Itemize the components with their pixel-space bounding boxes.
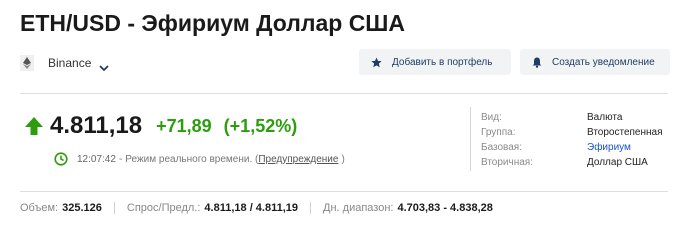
warning-link[interactable]: Предупреждение	[258, 154, 338, 165]
realtime-row: 12:07:42 - Режим реального времени. ( Пр…	[54, 152, 345, 166]
ethereum-icon	[20, 55, 34, 71]
create-alert-label: Создать уведомление	[552, 56, 655, 68]
last-price: 4.811,18	[50, 112, 143, 139]
clock-icon	[54, 152, 68, 166]
bell-icon	[532, 57, 542, 68]
quote-time: 12:07:42	[77, 153, 116, 165]
volume-label: Объем:	[20, 202, 59, 214]
info-row-secondary: Вторичная: Доллар США	[481, 155, 663, 170]
closing-paren: )	[341, 153, 345, 165]
info-row-type: Вид: Валюта	[481, 110, 663, 125]
day-range-label: Дн. диапазон:	[323, 202, 394, 214]
create-alert-button[interactable]: Создать уведомление	[520, 49, 670, 75]
stats-separator	[310, 202, 312, 214]
bid-ask-value: 4.811,18 / 4.811,19	[204, 202, 299, 214]
base-currency-link[interactable]: Эфириум	[587, 140, 663, 155]
info-divider	[470, 107, 471, 171]
bid-ask-label: Спрос/Предл.:	[126, 202, 201, 214]
stats-bar: Объем: 325.126 Спрос/Предл.: 4.811,18 / …	[20, 202, 493, 214]
info-row-base: Базовая: Эфириум	[481, 140, 663, 155]
price-change: +71,89	[156, 115, 212, 136]
type-value: Валюта	[587, 112, 623, 123]
exchange-selector[interactable]: Binance	[20, 52, 110, 74]
bottom-divider	[20, 191, 668, 192]
stats-separator	[113, 202, 115, 214]
price-change-percent: (+1,52%)	[223, 115, 298, 136]
group-value: Второстепенная	[587, 127, 663, 138]
page-title: ETH/USD - Эфириум Доллар США	[20, 10, 406, 36]
add-to-portfolio-button[interactable]: Добавить в портфель	[359, 49, 511, 75]
exchange-name: Binance	[48, 56, 92, 70]
arrow-up-icon	[25, 117, 43, 135]
group-label: Группа:	[481, 127, 516, 138]
volume-value: 325.126	[62, 202, 102, 214]
chevron-down-icon	[99, 59, 110, 72]
realtime-text: Режим реального времени. (	[125, 153, 259, 165]
secondary-label: Вторичная:	[481, 157, 534, 168]
type-label: Вид:	[481, 112, 502, 123]
secondary-value: Доллар США	[587, 157, 648, 168]
instrument-info: Вид: Валюта Группа: Второстепенная Базов…	[481, 110, 663, 170]
day-range-value: 4.703,83 - 4.838,28	[397, 202, 493, 214]
add-to-portfolio-label: Добавить в портфель	[392, 56, 493, 68]
info-row-group: Группа: Второстепенная	[481, 125, 663, 140]
top-divider	[20, 93, 668, 94]
star-icon	[371, 56, 382, 67]
base-label: Базовая:	[481, 142, 523, 153]
price-row: 4.811,18 +71,89 (+1,52%)	[24, 112, 297, 140]
